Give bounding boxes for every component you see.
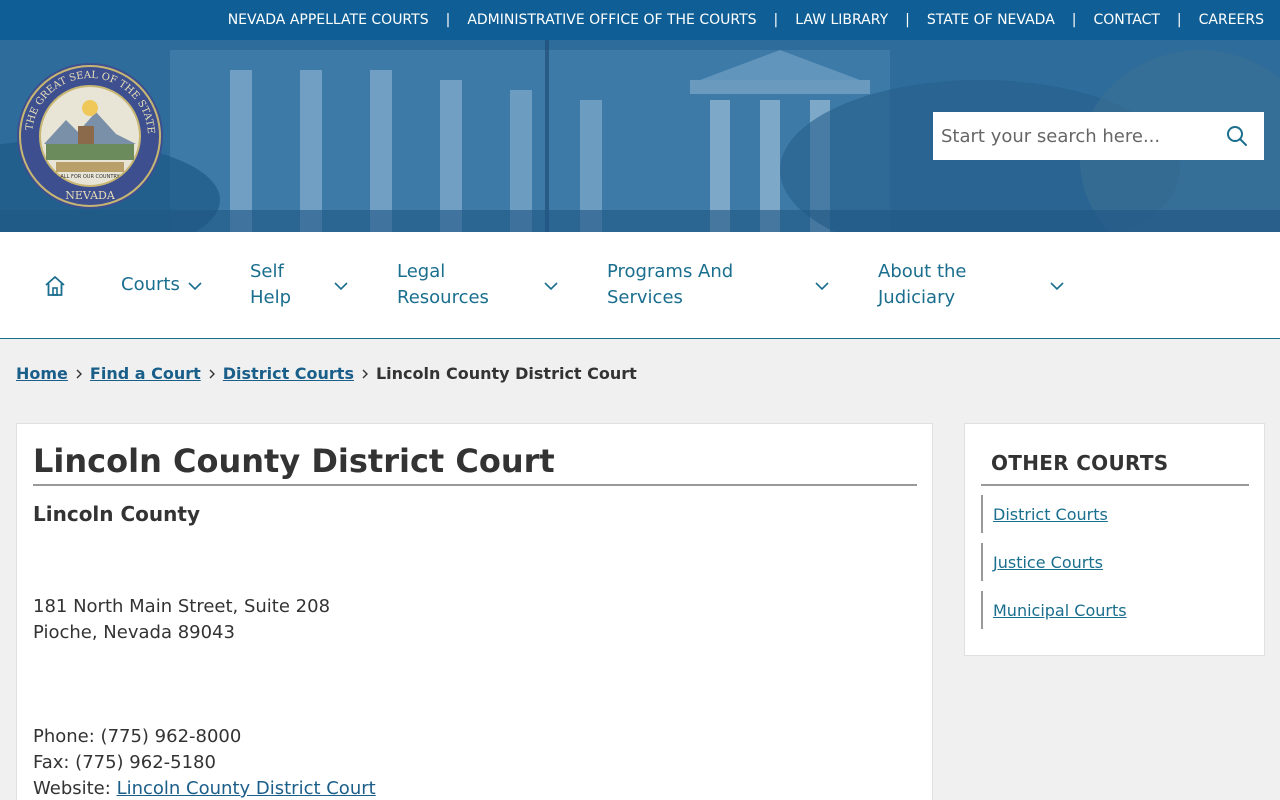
fax-number: Fax: (775) 962-5180	[33, 752, 216, 773]
breadcrumb-link-district-courts[interactable]: District Courts	[223, 364, 354, 383]
nevada-state-seal-logo[interactable]: THE GREAT SEAL OF THE STATE OF NEVADA NE…	[16, 62, 164, 210]
website-label: Website:	[33, 778, 111, 799]
county-heading: Lincoln County	[33, 502, 200, 526]
other-courts-sidebar: OTHER COURTS District Courts Justice Cou…	[964, 423, 1265, 656]
breadcrumb: Home Find a Court District Courts Lincol…	[16, 364, 637, 383]
chevron-right-icon	[209, 369, 215, 378]
nav-item-label: Legal	[397, 261, 446, 282]
page-title: Lincoln County District Court	[33, 442, 555, 480]
nav-item-about-the-judiciary[interactable]: About the Judiciary	[878, 259, 966, 311]
home-icon[interactable]	[43, 274, 67, 298]
topbar-separator: |	[773, 12, 779, 28]
topbar-link-state-of-nevada[interactable]: STATE OF NEVADA	[927, 12, 1055, 28]
chevron-down-icon[interactable]	[814, 278, 830, 294]
utility-bar: NEVADA APPELLATE COURTS | ADMINISTRATIVE…	[0, 0, 1280, 40]
svg-text:NEVADA: NEVADA	[65, 189, 116, 202]
phone-number: Phone: (775) 962-8000	[33, 726, 242, 747]
topbar-separator: |	[905, 12, 910, 28]
topbar-link-administrative-office[interactable]: ADMINISTRATIVE OFFICE OF THE COURTS	[467, 12, 756, 28]
breadcrumb-link-home[interactable]: Home	[16, 364, 68, 383]
chevron-down-icon[interactable]	[543, 278, 559, 294]
topbar-separator: |	[1176, 12, 1182, 28]
sidebar-item-municipal-courts: Municipal Courts	[981, 591, 1127, 629]
website-row: Website: Lincoln County District Court	[33, 776, 376, 800]
nav-item-label: Services	[607, 287, 683, 308]
search-input[interactable]	[933, 112, 1213, 160]
chevron-right-icon	[76, 369, 82, 378]
nav-item-label: About the	[878, 261, 967, 282]
sidebar-title: OTHER COURTS	[991, 451, 1169, 475]
breadcrumb-current-page: Lincoln County District Court	[375, 364, 637, 383]
sidebar-link-district-courts[interactable]: District Courts	[993, 505, 1108, 524]
topbar-link-appellate-courts[interactable]: NEVADA APPELLATE COURTS	[228, 12, 429, 28]
topbar-separator: |	[445, 12, 451, 28]
topbar-link-contact[interactable]: CONTACT	[1094, 12, 1160, 28]
website-link[interactable]: Lincoln County District Court	[117, 778, 376, 799]
sidebar-link-justice-courts[interactable]: Justice Courts	[993, 553, 1103, 572]
nav-item-self-help[interactable]: Self Help	[250, 259, 291, 311]
nav-item-label: Programs And	[607, 261, 734, 282]
header-banner: THE GREAT SEAL OF THE STATE OF NEVADA NE…	[0, 40, 1280, 232]
nav-item-programs-and-services[interactable]: Programs And Services	[607, 259, 733, 311]
topbar-link-careers[interactable]: CAREERS	[1199, 12, 1264, 28]
search-icon[interactable]	[1226, 125, 1248, 147]
sidebar-item-justice-courts: Justice Courts	[981, 543, 1103, 581]
nav-item-label: Judiciary	[878, 287, 956, 308]
nav-item-label: Help	[250, 287, 292, 308]
svg-text:ALL FOR OUR COUNTRY: ALL FOR OUR COUNTRY	[60, 174, 120, 180]
nav-item-label: Courts	[121, 274, 180, 295]
chevron-down-icon[interactable]	[187, 278, 203, 294]
court-details-card: Lincoln County District Court Lincoln Co…	[16, 423, 933, 800]
topbar-link-law-library[interactable]: LAW LIBRARY	[795, 12, 888, 28]
sidebar-link-municipal-courts[interactable]: Municipal Courts	[993, 601, 1127, 620]
chevron-right-icon	[362, 369, 368, 378]
sidebar-divider	[981, 484, 1249, 486]
title-divider	[33, 484, 917, 486]
main-navigation: Courts Self Help Legal Resources Program…	[0, 232, 1280, 339]
nav-item-courts[interactable]: Courts	[121, 272, 180, 298]
search-box	[933, 112, 1264, 160]
chevron-down-icon[interactable]	[1049, 278, 1065, 294]
address-line-1: 181 North Main Street, Suite 208	[33, 596, 331, 617]
nav-item-legal-resources[interactable]: Legal Resources	[397, 259, 489, 311]
address-line-2: Pioche, Nevada 89043	[33, 622, 235, 643]
nav-item-label: Resources	[397, 287, 489, 308]
topbar-separator: |	[1071, 12, 1077, 28]
breadcrumb-link-find-a-court[interactable]: Find a Court	[90, 364, 201, 383]
nav-item-label: Self	[250, 261, 284, 282]
sidebar-item-district-courts: District Courts	[981, 495, 1108, 533]
chevron-down-icon[interactable]	[333, 278, 349, 294]
